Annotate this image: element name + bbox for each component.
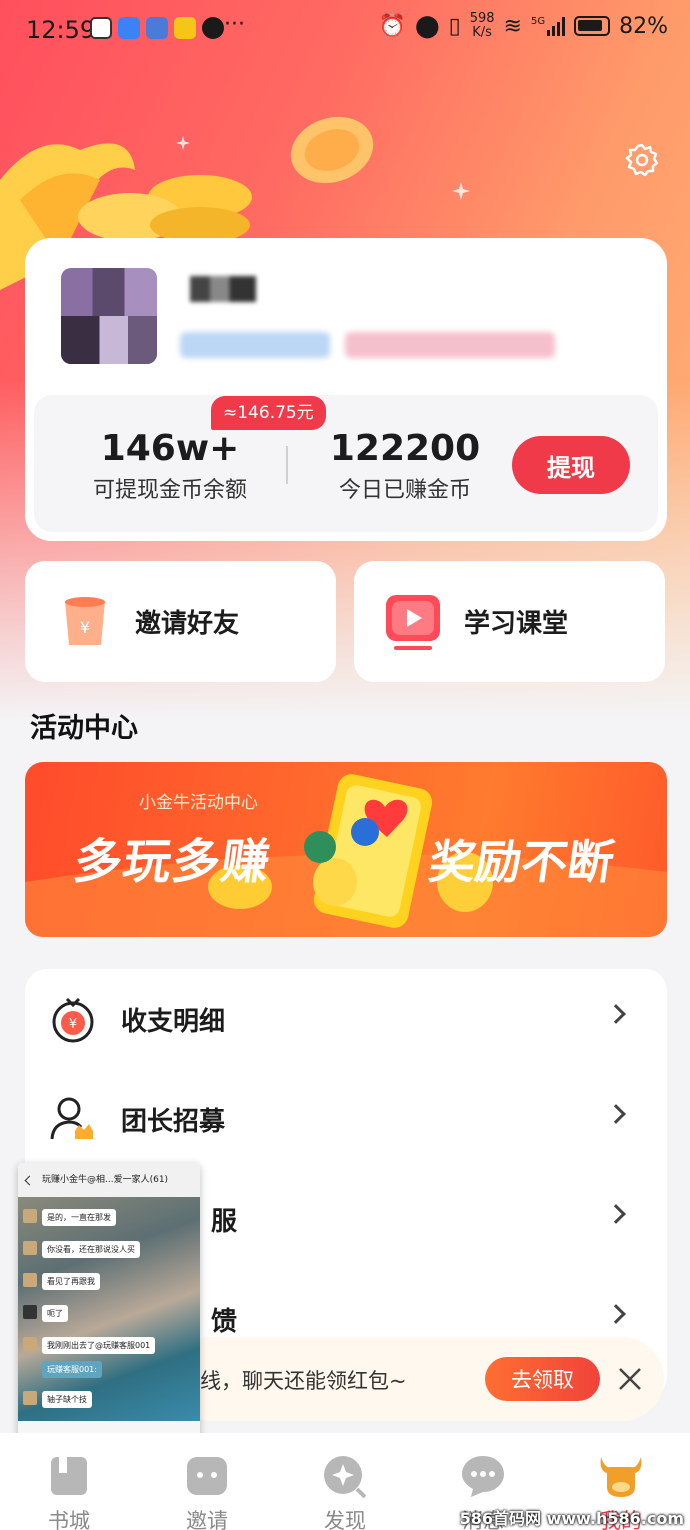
chat-avatar [23, 1391, 37, 1405]
play-app-icon [90, 17, 112, 39]
user-id-blurred [180, 332, 330, 358]
withdrawable-value: 146w+ [100, 428, 240, 469]
activity-center-title: 活动中心 [30, 713, 138, 744]
menu-label: 服 [211, 1207, 238, 1237]
menu-item-leader-recruit[interactable]: 团长招募 [25, 1069, 667, 1169]
net-speed-unit: K/s [472, 25, 492, 40]
chevron-right-icon [606, 1304, 626, 1324]
status-right: ⏰ ⬤ ▯ 598 K/s ≋ 5G 82% [379, 12, 668, 40]
avatar[interactable] [61, 268, 157, 364]
close-icon[interactable] [616, 1365, 644, 1393]
location-icon: ⬤ [414, 13, 440, 39]
svg-text:¥: ¥ [80, 618, 90, 637]
banner-subtitle: 小金牛活动中心 [139, 793, 258, 813]
banner-headline-right: 奖励不断 [425, 835, 618, 889]
sparkle-icon [176, 136, 190, 150]
status-app-icons [90, 17, 224, 39]
learning-class-label: 学习课堂 [464, 609, 569, 639]
signal-icon: 5G [530, 16, 566, 36]
video-play-icon [386, 595, 440, 650]
tab-label: 书城 [48, 1509, 90, 1530]
wallet-app-icon [146, 17, 168, 39]
notice-text: 线，聊天还能领红包~ [200, 1369, 407, 1393]
net-speed-value: 598 [469, 11, 495, 26]
menu-item-income-details[interactable]: ¥ 收支明细 [25, 969, 667, 1069]
chat-bubble: 呃了 [42, 1305, 68, 1322]
withdrawable-label: 可提现金币余额 [92, 478, 247, 503]
settings-button[interactable] [624, 142, 660, 178]
gear-icon [625, 143, 659, 177]
menu-label: 收支明细 [121, 1007, 226, 1037]
nickname [190, 276, 256, 302]
tab-label: 发现 [324, 1509, 366, 1530]
tab-bookstore[interactable]: 书城 [0, 1433, 138, 1530]
tab-discover[interactable]: 发现 [276, 1433, 414, 1530]
invite-friends-label: 邀请好友 [135, 609, 240, 639]
chat-bubble: 你没看，还在那说没人买 [42, 1241, 140, 1258]
floating-chat-window[interactable]: 玩赚小金牛@相...爱一家人(61) 是的，一直在那发 你没看，还在那说没人买 … [18, 1163, 200, 1441]
coin-decoration [290, 116, 374, 184]
money-cup-icon: ¥ [65, 597, 105, 645]
learning-class-card[interactable]: 学习课堂 [354, 561, 665, 682]
user-tag-blurred [345, 332, 555, 358]
invite-icon [187, 1457, 227, 1495]
bull-icon [600, 1457, 642, 1497]
chat-avatar [23, 1305, 37, 1319]
alarm-icon: ⏰ [378, 13, 406, 39]
leader-icon [50, 1097, 93, 1140]
chevron-right-icon [606, 1204, 626, 1224]
vibrate-icon: ▯ [448, 13, 461, 39]
red-packet-notice: 线，聊天还能领红包~ 去领取 [170, 1337, 664, 1421]
banner-headline-left: 多玩多赚 [70, 834, 275, 890]
chevron-right-icon [606, 1004, 626, 1024]
coin-bag-icon: ¥ [52, 997, 94, 1043]
chat-bubble: 我刚刚出去了@玩赚客服001 [42, 1337, 156, 1354]
discover-icon [324, 1456, 367, 1499]
wechat-icon [202, 17, 224, 39]
status-bar: 12:59 ··· ⏰ ⬤ ▯ 598 K/s ≋ 5G 82% [0, 0, 690, 58]
today-earned-value: 122200 [329, 428, 481, 469]
chat-bubble: 轴子缺个技 [42, 1391, 92, 1408]
chat-body: 是的，一直在那发 你没看，还在那说没人买 看见了再跟我 呃了 我刚刚出去了@玩赚… [18, 1197, 200, 1421]
watermark: 586首码网 www.h586.com [459, 1509, 684, 1528]
network-type: 5G [530, 16, 546, 27]
battery-percent: 82% [619, 13, 668, 39]
svg-text:¥: ¥ [69, 1017, 77, 1032]
yellow-app-icon [174, 17, 196, 39]
chat-bubble: 玩赚客服001: [42, 1361, 102, 1378]
menu-label: 馈 [211, 1307, 238, 1337]
chat-avatar [23, 1209, 37, 1223]
status-more: ··· [224, 12, 245, 37]
status-time: 12:59 [26, 16, 96, 44]
chat-bubble: 看见了再跟我 [42, 1273, 100, 1290]
withdraw-button[interactable]: 提现 [512, 436, 630, 494]
chat-avatar [23, 1241, 37, 1255]
wifi-icon: ≋ [503, 13, 522, 39]
menu-label: 团长招募 [121, 1107, 226, 1137]
today-earned-label: 今日已赚金币 [338, 478, 471, 503]
tab-invite[interactable]: 邀请 [138, 1433, 276, 1530]
rmb-estimate-badge: ≈146.75元 [211, 396, 326, 430]
chat-avatar [23, 1273, 37, 1287]
book-icon [51, 1457, 87, 1495]
claim-button[interactable]: 去领取 [485, 1357, 600, 1401]
battery-icon [574, 16, 611, 36]
chat-title: 玩赚小金牛@相...爱一家人(61) [18, 1163, 200, 1197]
stats-divider [286, 446, 288, 484]
message-icon [462, 1456, 504, 1497]
tab-label: 邀请 [186, 1509, 228, 1530]
invite-friends-card[interactable]: ¥ 邀请好友 [25, 561, 336, 682]
chevron-right-icon [606, 1104, 626, 1124]
chat-bubble: 是的，一直在那发 [42, 1209, 116, 1226]
net-speed: 598 K/s [470, 12, 495, 40]
activity-banner[interactable]: 小金牛活动中心 多玩多赚 奖励不断 [25, 762, 667, 937]
coin-stack-decoration [78, 175, 252, 243]
browser-app-icon [118, 17, 140, 39]
chat-avatar [23, 1337, 37, 1351]
sparkle-icon [452, 182, 470, 200]
